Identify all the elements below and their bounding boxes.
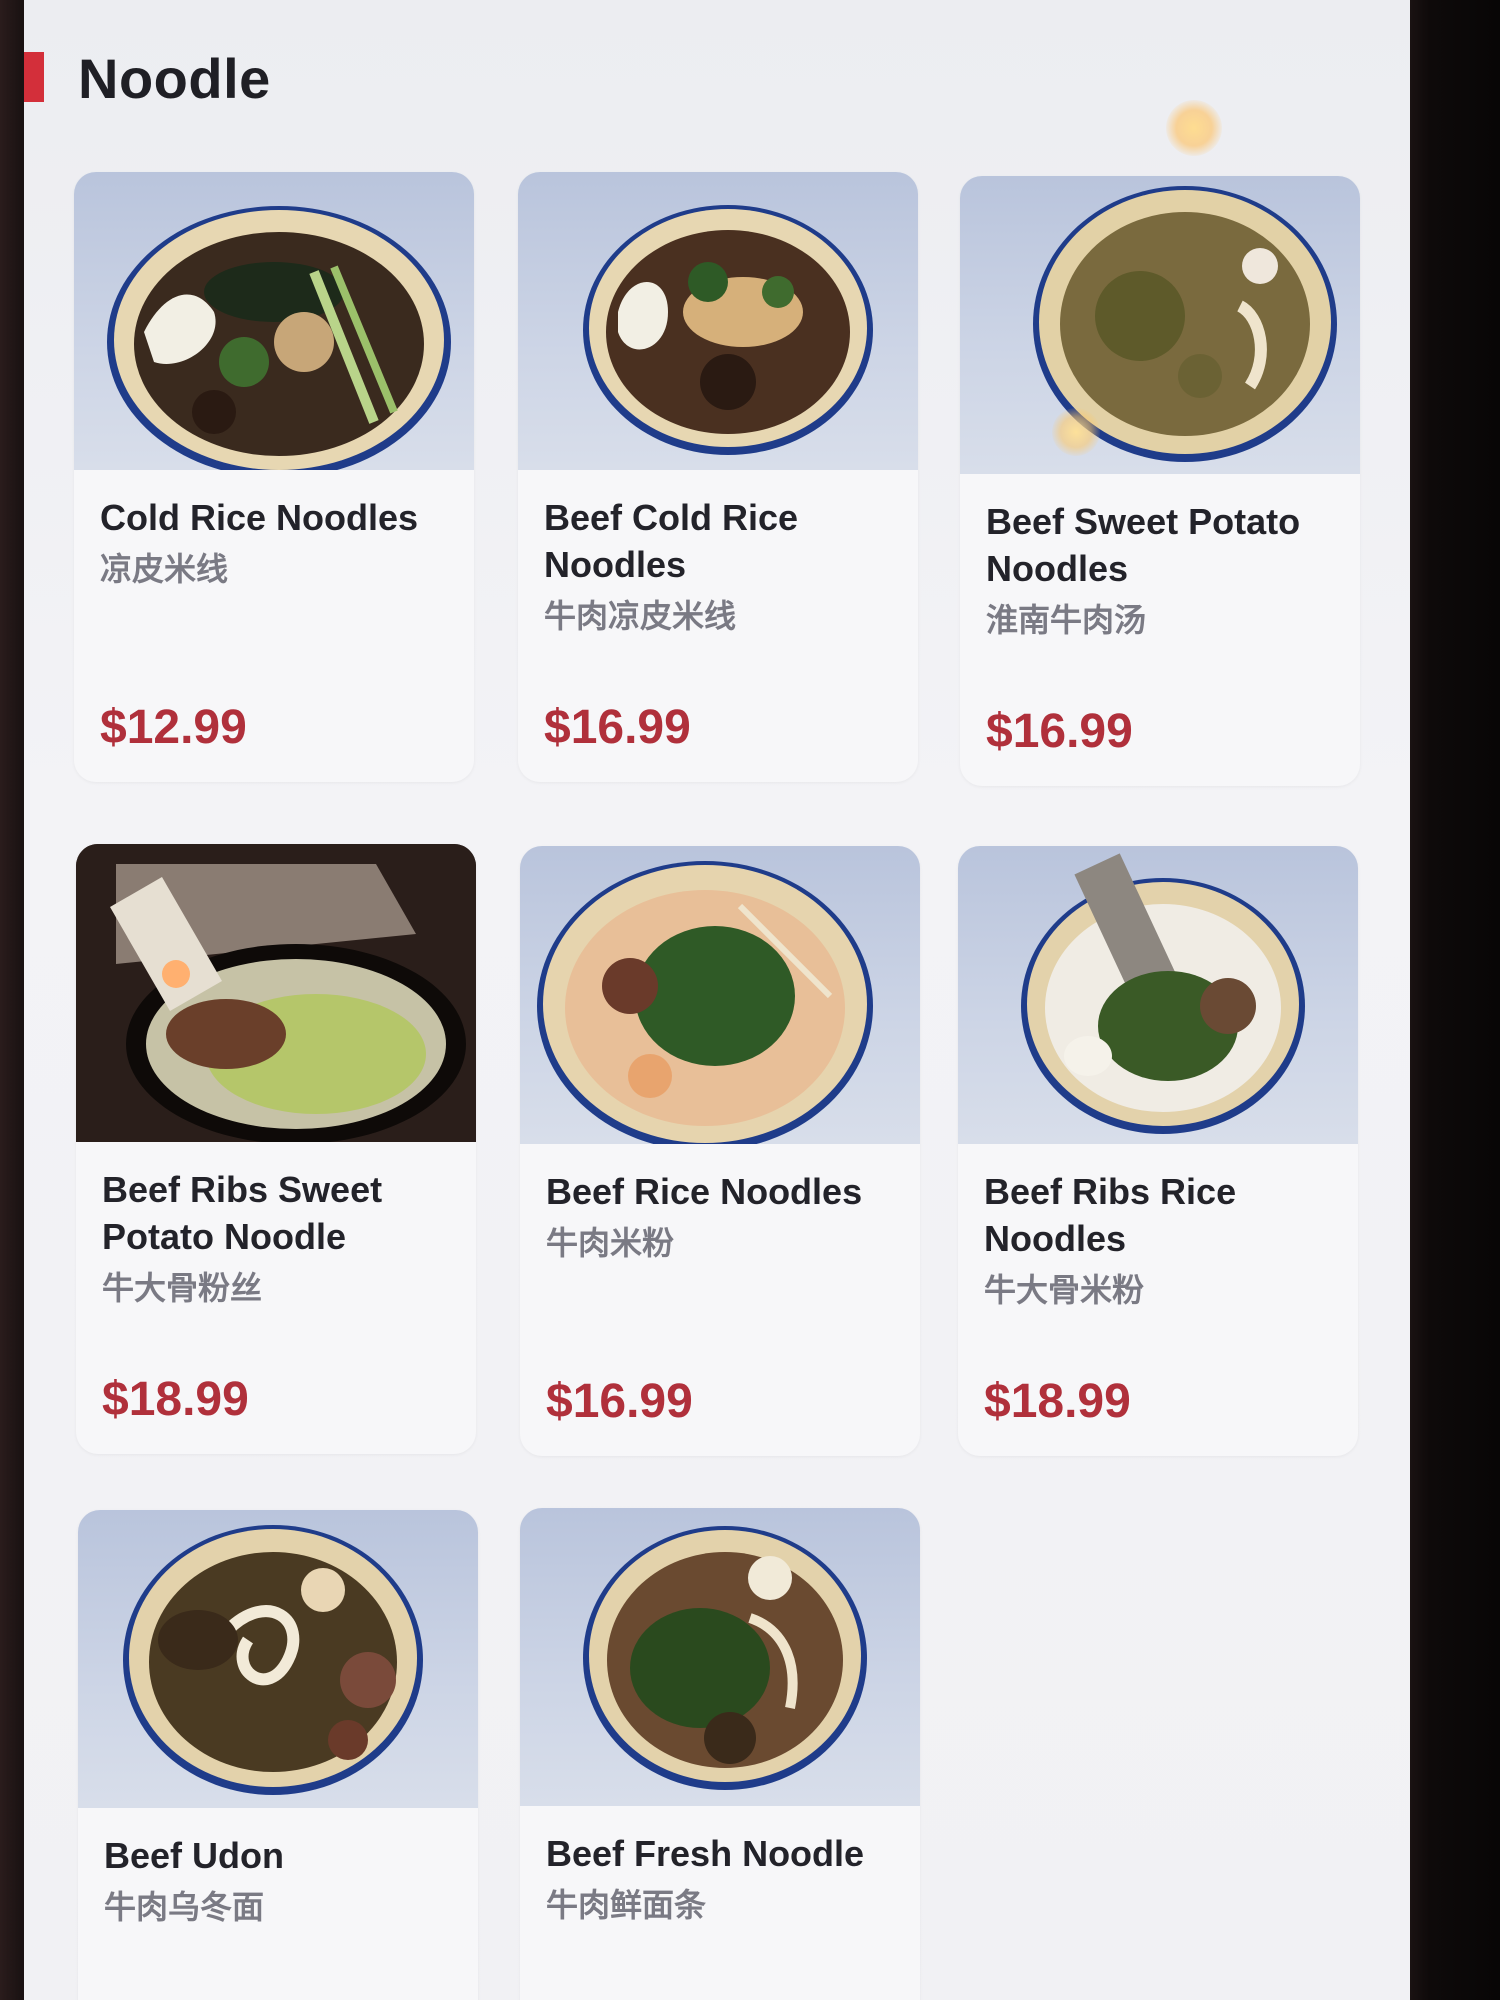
menu-item-name: Cold Rice Noodles 凉皮米线 bbox=[100, 494, 460, 591]
menu-item-card[interactable]: Beef Rice Noodles 牛肉米粉 $16.99 bbox=[520, 846, 920, 1456]
item-name-cn: 牛肉米粉 bbox=[546, 1224, 675, 1262]
item-name-en: Beef Ribs Rice Noodles bbox=[984, 1171, 1237, 1259]
item-name-cn: 凉皮米线 bbox=[100, 550, 229, 588]
menu-screen: Noodle Cold Rice Noodles 凉皮米线 $12.99 Bee… bbox=[24, 0, 1410, 2000]
menu-item-price: $18.99 bbox=[984, 1375, 1131, 1428]
item-name-cn: 牛肉鲜面条 bbox=[546, 1886, 707, 1924]
item-name-cn: 牛肉乌冬面 bbox=[104, 1888, 265, 1926]
menu-item-card[interactable]: Beef Ribs Rice Noodles 牛大骨米粉 $18.99 bbox=[958, 846, 1358, 1456]
menu-item-price: $16.99 bbox=[544, 701, 691, 754]
item-name-cn: 淮南牛肉汤 bbox=[986, 601, 1147, 639]
item-name-cn: 牛肉凉皮米线 bbox=[544, 597, 737, 635]
menu-item-card[interactable]: Cold Rice Noodles 凉皮米线 $12.99 bbox=[74, 172, 474, 782]
item-name-en: Beef Sweet Potato Noodles bbox=[986, 501, 1301, 589]
item-name-en: Beef Cold Rice Noodles bbox=[544, 497, 799, 585]
menu-item-name: Beef Ribs Rice Noodles 牛大骨米粉 bbox=[984, 1168, 1344, 1312]
menu-item-price: $16.99 bbox=[986, 705, 1133, 758]
menu-item-name: Beef Ribs Sweet Potato Noodle 牛大骨粉丝 bbox=[102, 1166, 462, 1310]
beef-soup-bowl-icon bbox=[960, 176, 1360, 474]
menu-item-card[interactable]: Beef Fresh Noodle 牛肉鲜面条 bbox=[520, 1508, 920, 2000]
menu-item-card[interactable]: Beef Ribs Sweet Potato Noodle 牛大骨粉丝 $18.… bbox=[76, 844, 476, 1454]
item-name-en: Cold Rice Noodles bbox=[100, 497, 419, 538]
item-name-en: Beef Udon bbox=[104, 1835, 284, 1876]
beef-cold-noodle-bowl-icon bbox=[518, 172, 918, 470]
beef-fresh-noodle-bowl-icon bbox=[520, 1508, 920, 1806]
menu-item-name: Beef Sweet Potato Noodles 淮南牛肉汤 bbox=[986, 498, 1346, 642]
beef-ribs-rice-noodle-bowl-icon bbox=[958, 846, 1358, 1144]
beef-rice-noodle-bowl-icon bbox=[520, 846, 920, 1144]
item-name-cn: 牛大骨米粉 bbox=[984, 1271, 1145, 1309]
item-name-en: Beef Fresh Noodle bbox=[546, 1833, 865, 1874]
menu-item-card[interactable]: Beef Sweet Potato Noodles 淮南牛肉汤 $16.99 bbox=[960, 176, 1360, 786]
beef-ribs-bowl-icon bbox=[76, 844, 476, 1142]
menu-item-name: Beef Cold Rice Noodles 牛肉凉皮米线 bbox=[544, 494, 904, 638]
item-name-en: Beef Ribs Sweet Potato Noodle bbox=[102, 1169, 383, 1257]
item-name-cn: 牛大骨粉丝 bbox=[102, 1269, 263, 1307]
menu-item-price: $12.99 bbox=[100, 701, 247, 754]
cold-noodle-bowl-icon bbox=[74, 172, 474, 470]
beef-udon-bowl-icon bbox=[78, 1510, 478, 1808]
menu-item-card[interactable]: Beef Cold Rice Noodles 牛肉凉皮米线 $16.99 bbox=[518, 172, 918, 782]
menu-item-price: $16.99 bbox=[546, 1375, 693, 1428]
item-name-en: Beef Rice Noodles bbox=[546, 1171, 863, 1212]
menu-item-card[interactable]: Beef Udon 牛肉乌冬面 bbox=[78, 1510, 478, 2000]
menu-item-name: Beef Udon 牛肉乌冬面 bbox=[104, 1832, 464, 1929]
tablet-frame: Noodle Cold Rice Noodles 凉皮米线 $12.99 Bee… bbox=[0, 0, 1500, 2000]
section-accent-bar bbox=[24, 52, 44, 102]
light-glare bbox=[1166, 100, 1222, 156]
menu-item-name: Beef Fresh Noodle 牛肉鲜面条 bbox=[546, 1830, 906, 1927]
menu-item-name: Beef Rice Noodles 牛肉米粉 bbox=[546, 1168, 906, 1265]
section-title: Noodle bbox=[78, 47, 271, 110]
menu-item-price: $18.99 bbox=[102, 1373, 249, 1426]
